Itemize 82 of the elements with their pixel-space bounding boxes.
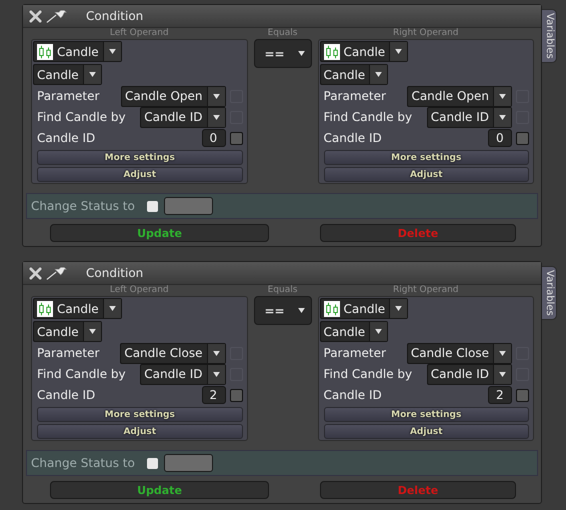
caret-icon (212, 350, 220, 356)
column-heading: Right Operand (392, 285, 460, 296)
window-title: Condition (86, 266, 144, 280)
field-label: Candle ID (324, 388, 383, 402)
field-label: Candle ID (324, 131, 383, 145)
settings-button[interactable]: More settings (37, 407, 242, 422)
column-heading: Right Operand (392, 28, 460, 39)
number-field[interactable]: 0 (202, 129, 226, 147)
caret-icon (88, 72, 96, 77)
update-button[interactable]: Update (50, 481, 269, 499)
close-icon[interactable] (29, 266, 42, 280)
caret-icon (499, 94, 506, 98)
side-tab[interactable]: Variables (542, 9, 557, 63)
field-label: Find Candle by (37, 110, 127, 124)
column-heading: Equals (268, 28, 298, 39)
settings-button[interactable]: Adjust (37, 167, 242, 182)
caret-icon (395, 49, 402, 54)
column-heading: Left Operand (108, 285, 170, 296)
caret-icon (88, 329, 96, 334)
caret-icon (375, 72, 382, 77)
checkbox[interactable] (230, 388, 242, 402)
candlestick-icon (37, 300, 53, 316)
caret-icon (108, 49, 116, 54)
pin-icon[interactable] (46, 8, 68, 24)
checkbox[interactable] (147, 458, 158, 468)
operator-dropdown[interactable]: == (254, 296, 312, 325)
field-label: Find Candle by (324, 367, 414, 381)
caret-icon (499, 372, 506, 376)
window-title: Condition (86, 9, 144, 23)
field-label: Parameter (324, 346, 387, 360)
checkbox[interactable] (516, 132, 529, 144)
settings-button[interactable]: Adjust (324, 167, 529, 182)
column-heading: Left Operand (108, 28, 170, 39)
source-dropdown[interactable]: Candle (320, 298, 408, 319)
caret-icon (298, 51, 304, 56)
caret-icon (212, 94, 220, 98)
number-field[interactable]: 2 (202, 386, 226, 404)
caret-icon (298, 308, 304, 313)
caret-icon (212, 372, 220, 376)
field-label: Find Candle by (324, 110, 414, 124)
status-field[interactable] (164, 454, 213, 472)
caret-icon (499, 114, 506, 120)
side-tab[interactable]: Variables (542, 266, 557, 320)
source-dropdown[interactable]: Candle (33, 41, 122, 62)
field-label: Candle ID (37, 388, 96, 402)
type-dropdown[interactable]: Candle (320, 64, 388, 85)
settings-button[interactable]: More settings (37, 150, 242, 165)
checkbox[interactable] (147, 200, 158, 212)
field-label: Parameter (324, 89, 387, 103)
field-label: Candle ID (37, 131, 96, 145)
status-label: Change Status to (31, 199, 136, 213)
caret-icon (395, 306, 402, 311)
field-label: Find Candle by (37, 367, 127, 381)
type-dropdown[interactable]: Candle (33, 64, 102, 85)
close-icon[interactable] (29, 10, 42, 22)
caret-icon (499, 350, 506, 356)
settings-button[interactable]: More settings (324, 407, 529, 422)
candlestick-icon (324, 44, 340, 60)
checkbox[interactable] (230, 132, 242, 144)
column-heading: Equals (268, 285, 298, 296)
checkbox[interactable] (516, 388, 529, 402)
type-dropdown[interactable]: Candle (320, 321, 388, 342)
source-dropdown[interactable]: Candle (33, 298, 122, 319)
source-dropdown[interactable]: Candle (320, 41, 408, 62)
operator-dropdown[interactable]: == (254, 39, 312, 68)
settings-button[interactable]: Adjust (324, 424, 529, 439)
candlestick-icon (37, 44, 53, 60)
status-field[interactable] (164, 197, 213, 215)
field-label: Parameter (37, 346, 100, 360)
number-field[interactable]: 2 (488, 386, 512, 404)
candlestick-icon (324, 300, 340, 316)
field-label: Parameter (37, 89, 100, 103)
type-dropdown[interactable]: Candle (33, 321, 102, 342)
caret-icon (212, 114, 220, 120)
update-button[interactable]: Update (50, 224, 269, 242)
settings-button[interactable]: More settings (324, 150, 529, 165)
caret-icon (108, 306, 116, 311)
number-field[interactable]: 0 (488, 129, 512, 147)
status-label: Change Status to (31, 456, 136, 470)
settings-button[interactable]: Adjust (37, 424, 242, 439)
pin-icon[interactable] (46, 265, 68, 281)
caret-icon (375, 329, 382, 334)
